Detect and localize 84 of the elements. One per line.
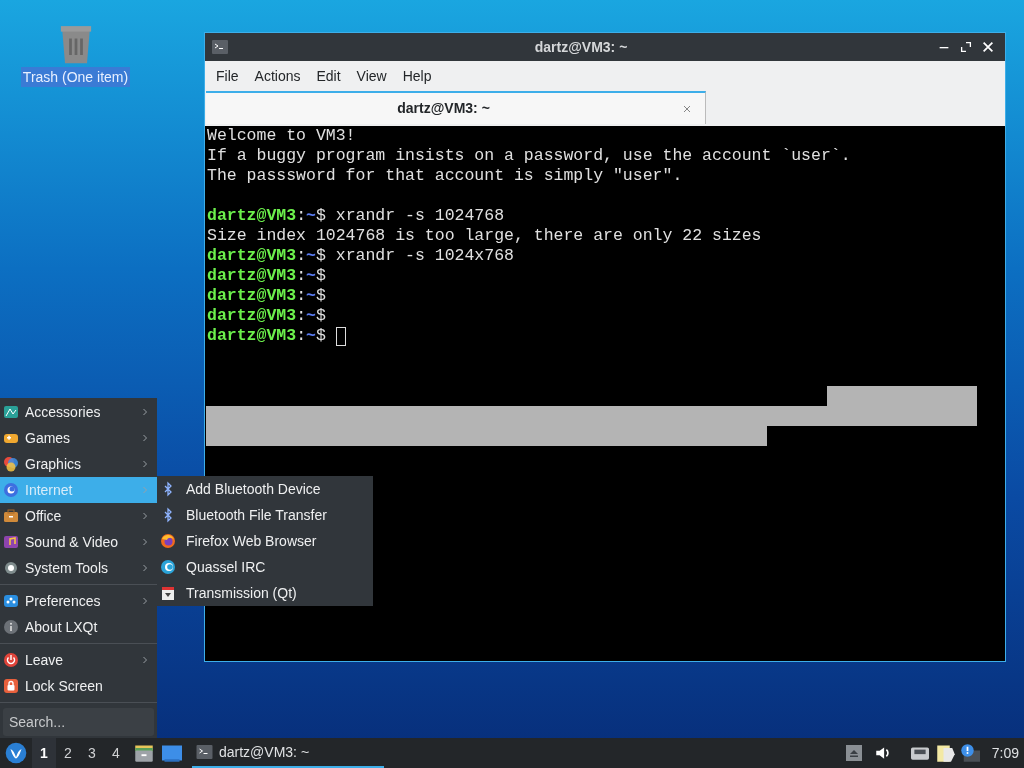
start-menu-icon[interactable] — [5, 742, 27, 764]
workspace-button[interactable]: 1 — [32, 738, 56, 768]
workspace-button[interactable]: 2 — [56, 738, 80, 768]
prompt-symbol: $ — [315, 246, 326, 266]
search-field[interactable]: Search... — [3, 708, 154, 736]
prompt-separator: : — [296, 246, 307, 266]
menu-item[interactable]: Accessories — [0, 399, 157, 425]
menu-item[interactable]: Sound & Video — [0, 529, 157, 555]
browser-icon — [160, 533, 176, 549]
prompt-symbol: $ — [315, 326, 326, 346]
menu-item[interactable]: Preferences — [0, 588, 157, 614]
terminal-output: Welcome to VM3! — [207, 126, 356, 146]
prompt-separator: : — [296, 286, 307, 306]
menu-item[interactable]: System Tools — [0, 555, 157, 581]
prompt-symbol: $ — [315, 206, 326, 226]
menu-item[interactable]: Bluetooth File Transfer — [157, 502, 373, 528]
file-cabinet-icon[interactable] — [134, 743, 154, 763]
prompt-path: ~ — [306, 306, 316, 326]
dots-icon — [3, 593, 19, 609]
menu-item[interactable]: About LXQt — [0, 614, 157, 640]
menu-item[interactable]: Lock Screen — [0, 673, 157, 699]
menu-item[interactable]: Office — [0, 503, 157, 529]
workspace-button[interactable]: 3 — [80, 738, 104, 768]
desktop-icon[interactable] — [162, 743, 182, 763]
menu-item[interactable]: Help — [394, 65, 440, 87]
menu-item[interactable]: Games — [0, 425, 157, 451]
info-icon — [3, 619, 19, 635]
menu-item[interactable]: Graphics — [0, 451, 157, 477]
terminal-icon — [211, 39, 229, 55]
prompt-path: ~ — [306, 286, 316, 306]
prompt-path: ~ — [306, 246, 316, 266]
prompt-path: ~ — [306, 326, 316, 346]
download-box-icon — [160, 585, 176, 601]
close-icon[interactable] — [981, 40, 995, 54]
taskbar-button[interactable]: dartz@VM3: ~ — [192, 738, 384, 768]
prompt-separator: : — [296, 306, 307, 326]
menu-item[interactable]: Edit — [308, 65, 349, 87]
terminal-command: xrandr -s 1024x768 — [334, 246, 514, 266]
briefcase-icon — [3, 508, 19, 524]
menu-item[interactable]: Quassel IRC — [157, 554, 373, 580]
prompt-user: dartz@VM3 — [207, 206, 297, 226]
terminal-output: If a buggy program insists on a password, use the account `user`. — [207, 146, 851, 166]
workspace-button[interactable]: 4 — [104, 738, 128, 768]
menu-item[interactable]: Leave — [0, 647, 157, 673]
prompt-path: ~ — [306, 206, 316, 226]
terminal-command: xrandr -s 1024768 — [334, 206, 505, 226]
lock-icon — [3, 678, 19, 694]
desktop-icon-label[interactable]: Trash (One item) — [20, 67, 131, 87]
prompt-separator: : — [296, 326, 307, 346]
terminal-output: Size index 1024768 is too large, there are only 22 sizes — [207, 226, 762, 246]
prompt-separator: : — [296, 266, 307, 286]
window-title: dartz@VM3: ~ — [533, 37, 629, 57]
clipboard-icon[interactable] — [935, 743, 956, 763]
prompt-separator: : — [296, 206, 307, 226]
prompt-user: dartz@VM3 — [207, 286, 297, 306]
notification-icon[interactable] — [959, 743, 980, 763]
clock[interactable]: 7:09 — [991, 742, 1019, 764]
prompt-symbol: $ — [315, 286, 326, 306]
eject-icon[interactable] — [845, 744, 862, 762]
prompt-user: dartz@VM3 — [207, 326, 297, 346]
menu-item[interactable]: Actions — [246, 65, 309, 87]
prompt-user: dartz@VM3 — [207, 246, 297, 266]
menu-item[interactable]: Firefox Web Browser — [157, 528, 373, 554]
power-icon — [3, 652, 19, 668]
chat-icon — [160, 559, 176, 575]
menu-item[interactable]: View — [348, 65, 395, 87]
network-icon[interactable] — [909, 744, 930, 762]
prompt-user: dartz@VM3 — [207, 306, 297, 326]
prompt-user: dartz@VM3 — [207, 266, 297, 286]
gear-icon — [3, 560, 19, 576]
menu-item[interactable]: File — [208, 65, 247, 87]
prompt-symbol: $ — [315, 266, 326, 286]
maximize-icon[interactable] — [959, 40, 973, 54]
terminal-tab[interactable]: dartz@VM3: ~ — [206, 91, 706, 124]
chart-icon — [3, 404, 19, 420]
terminal-icon — [196, 744, 213, 760]
color-circles-icon — [3, 456, 19, 472]
menu-item[interactable]: Add Bluetooth Device — [157, 476, 373, 502]
prompt-path: ~ — [306, 266, 316, 286]
music-note-icon — [3, 534, 19, 550]
terminal-output: The passsword for that account is simply "user". — [207, 166, 683, 186]
globe-icon — [3, 482, 19, 498]
prompt-symbol: $ — [315, 306, 326, 326]
menu-item[interactable]: Transmission (Qt) — [157, 580, 373, 606]
